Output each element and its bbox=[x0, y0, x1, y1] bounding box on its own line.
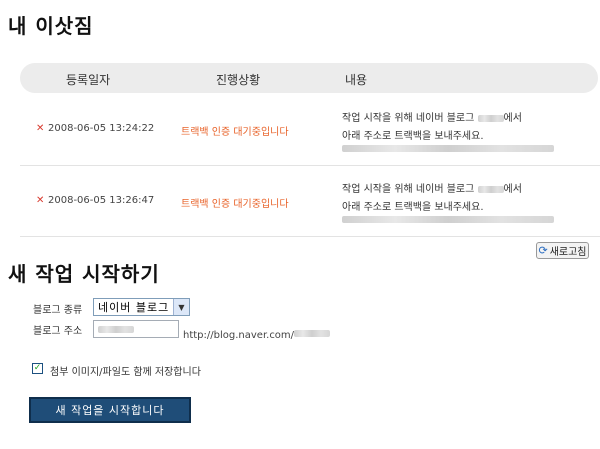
chevron-down-icon[interactable]: ▼ bbox=[173, 299, 189, 315]
delete-icon[interactable]: ✕ bbox=[36, 123, 44, 134]
page-title: 내 이삿짐 bbox=[8, 14, 94, 38]
header-content: 내용 bbox=[345, 73, 368, 87]
redacted-input-value bbox=[98, 325, 134, 333]
save-attachments-checkbox[interactable]: ✓ bbox=[32, 363, 43, 374]
row-status: 트랙백 인증 대기중입니다 bbox=[181, 199, 289, 210]
blog-url-preview: http://blog.naver.com/ bbox=[183, 323, 331, 342]
table-header: 등록일자 진행상황 내용 bbox=[20, 63, 598, 93]
refresh-icon: ⟳ bbox=[538, 244, 548, 257]
row-content-line1: 작업 시작을 위해 네이버 블로그 에서 bbox=[342, 113, 522, 124]
row-content-line2: 아래 주소로 트랙백을 보내주세요. bbox=[342, 202, 484, 213]
new-job-title: 새 작업 시작하기 bbox=[8, 262, 160, 286]
row-status: 트랙백 인증 대기중입니다 bbox=[181, 127, 289, 138]
redacted-blog-id bbox=[477, 185, 504, 193]
start-job-button[interactable]: 새 작업을 시작합니다 bbox=[29, 397, 191, 423]
redacted-blog-id bbox=[477, 114, 504, 122]
blog-address-input[interactable] bbox=[93, 320, 179, 338]
header-date: 등록일자 bbox=[66, 73, 111, 87]
blog-address-label: 블로그 주소 bbox=[33, 326, 83, 337]
redacted-trackback-url bbox=[342, 216, 554, 223]
refresh-label: 새로고침 bbox=[549, 247, 587, 258]
blog-type-select[interactable]: 네이버 블로그 ▼ bbox=[93, 298, 190, 316]
table-row: ✕ 2008-06-05 13:26:47 트랙백 인증 대기중입니다 작업 시… bbox=[0, 166, 600, 236]
header-status: 진행상황 bbox=[216, 73, 261, 87]
delete-icon[interactable]: ✕ bbox=[36, 195, 44, 206]
row-date: 2008-06-05 13:26:47 bbox=[48, 195, 155, 206]
row-content-line2: 아래 주소로 트랙백을 보내주세요. bbox=[342, 131, 484, 142]
row-content-line1: 작업 시작을 위해 네이버 블로그 에서 bbox=[342, 184, 522, 195]
row-divider bbox=[20, 236, 600, 237]
row-date: 2008-06-05 13:24:22 bbox=[48, 123, 155, 134]
refresh-button[interactable]: ⟳ 새로고침 bbox=[536, 242, 589, 259]
redacted-trackback-url bbox=[342, 145, 554, 152]
table-row: ✕ 2008-06-05 13:24:22 트랙백 인증 대기중입니다 작업 시… bbox=[0, 95, 600, 165]
redacted-blog-id bbox=[294, 330, 331, 337]
save-attachments-label[interactable]: 첨부 이미지/파일도 함께 저장합니다 bbox=[50, 363, 201, 378]
blog-type-label: 블로그 종류 bbox=[33, 305, 83, 316]
